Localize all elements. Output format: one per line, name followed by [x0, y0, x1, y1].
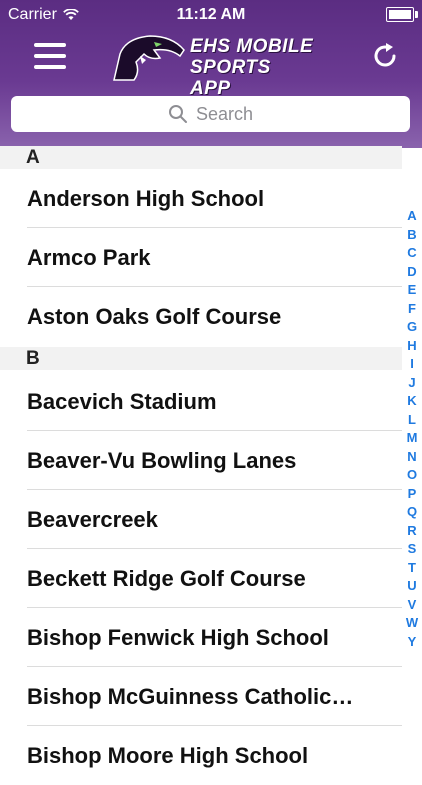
search-icon: [168, 105, 187, 123]
index-letter[interactable]: A: [407, 207, 416, 226]
section-header-b: B: [0, 347, 402, 370]
hamburger-icon: [34, 43, 66, 47]
status-time: 11:12 AM: [176, 6, 246, 23]
index-letter[interactable]: R: [407, 522, 416, 541]
index-letter[interactable]: B: [407, 226, 416, 245]
list-item[interactable]: Bacevich Stadium: [0, 372, 402, 431]
section-index[interactable]: A B C D E F G H I J K L M N O P Q R S T …: [403, 207, 421, 651]
index-letter[interactable]: M: [407, 429, 418, 448]
list-item[interactable]: Beavercreek: [0, 490, 402, 549]
index-letter[interactable]: S: [408, 540, 417, 559]
index-letter[interactable]: N: [407, 448, 416, 467]
list-item[interactable]: Armco Park: [0, 228, 402, 287]
search-placeholder: Search: [195, 103, 254, 124]
index-letter[interactable]: G: [407, 318, 417, 337]
list-item[interactable]: Bishop Fenwick High School: [0, 608, 402, 667]
list-item[interactable]: Bishop McGuinness Catholic…: [0, 667, 402, 726]
index-letter[interactable]: H: [407, 337, 416, 356]
index-letter[interactable]: C: [407, 244, 416, 263]
app-logo: EHS MOBILE SPORTS APP: [110, 32, 316, 99]
index-letter[interactable]: Q: [407, 503, 417, 522]
list-item[interactable]: Anderson High School: [0, 169, 402, 228]
list-item[interactable]: Bishop Moore High School: [0, 726, 402, 785]
status-bar: Carrier 11:12 AM: [0, 0, 422, 30]
logo-wordmark: EHS MOBILE SPORTS APP: [190, 36, 316, 99]
index-letter[interactable]: D: [407, 263, 416, 282]
index-letter[interactable]: U: [407, 577, 416, 596]
list-item[interactable]: Aston Oaks Golf Course: [0, 287, 402, 346]
index-letter[interactable]: V: [408, 596, 417, 615]
index-letter[interactable]: P: [408, 485, 417, 504]
index-letter[interactable]: W: [406, 614, 418, 633]
index-letter[interactable]: T: [408, 559, 416, 578]
index-letter[interactable]: O: [407, 466, 417, 485]
search-input[interactable]: Search: [11, 96, 410, 132]
list-item[interactable]: Beckett Ridge Golf Course: [0, 549, 402, 608]
panther-logo-icon: [113, 35, 185, 81]
section-header-a: A: [0, 146, 402, 169]
app-header: Carrier 11:12 AM EHS MOBILE SPORTS APP S…: [0, 0, 422, 148]
index-letter[interactable]: E: [408, 281, 417, 300]
logo-line-1: EHS MOBILE: [190, 36, 314, 57]
index-letter[interactable]: Y: [408, 633, 417, 652]
logo-line-2: SPORTS APP: [190, 57, 271, 99]
battery-icon: [386, 7, 418, 22]
index-letter[interactable]: K: [407, 392, 416, 411]
index-letter[interactable]: J: [408, 374, 415, 393]
refresh-button[interactable]: [369, 40, 401, 72]
list-item[interactable]: Beaver-Vu Bowling Lanes: [0, 431, 402, 490]
refresh-icon: [374, 43, 396, 67]
index-letter[interactable]: I: [410, 355, 414, 374]
index-letter[interactable]: L: [408, 411, 416, 430]
index-letter[interactable]: F: [408, 300, 416, 319]
menu-button[interactable]: [34, 43, 66, 69]
